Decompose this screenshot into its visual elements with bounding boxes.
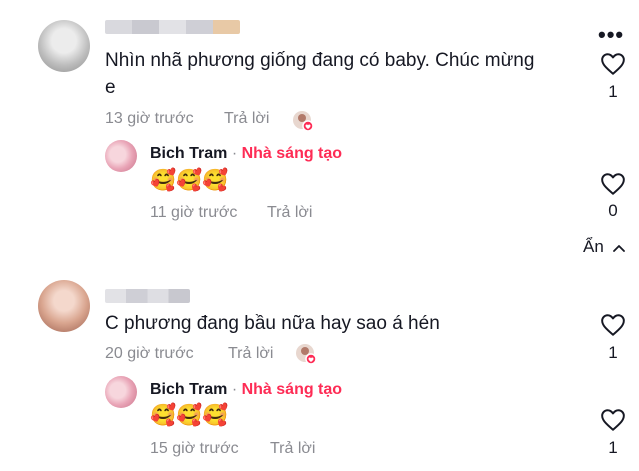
reply-author-name[interactable]: Bich Tram xyxy=(150,381,227,398)
creator-badge: Nhà sáng tạo xyxy=(241,381,343,398)
like-count: 1 xyxy=(608,438,618,457)
reply-author-line[interactable]: Bich Tram · Nhà sáng tạo xyxy=(150,381,342,399)
reply-author-avatar[interactable] xyxy=(105,376,137,408)
reply-button[interactable]: Trả lời xyxy=(270,440,315,458)
hide-label: Ẩn xyxy=(583,237,604,256)
reply-author-name[interactable]: Bich Tram xyxy=(150,145,227,162)
heart-icon[interactable] xyxy=(600,52,626,76)
reply-emoji: 🥰🥰🥰 xyxy=(150,404,229,427)
creator-badge: Nhà sáng tạo xyxy=(241,145,343,162)
creator-liked-icon xyxy=(293,111,314,132)
chevron-up-icon xyxy=(612,244,625,252)
comment-timestamp: 13 giờ trước xyxy=(105,110,194,127)
heart-icon[interactable] xyxy=(600,172,626,196)
heart-icon[interactable] xyxy=(600,313,626,337)
reply-button[interactable]: Trả lời xyxy=(228,345,273,363)
heart-icon[interactable] xyxy=(600,408,626,432)
commenter-avatar[interactable] xyxy=(38,280,90,332)
reply-emoji: 🥰🥰🥰 xyxy=(150,169,229,192)
like-count: 1 xyxy=(608,82,618,101)
separator-dot: · xyxy=(231,145,238,162)
like-count: 0 xyxy=(608,201,618,220)
comment-text: Nhìn nhã phương giống đang có baby. Chúc… xyxy=(105,50,535,71)
separator-dot: · xyxy=(231,381,238,398)
creator-liked-icon xyxy=(296,344,317,365)
commenter-name-blurred[interactable] xyxy=(105,20,240,34)
reply-author-avatar[interactable] xyxy=(105,140,137,172)
comment-text: C phương đang bầu nữa hay sao á hén xyxy=(105,313,440,334)
commenter-avatar[interactable] xyxy=(38,20,90,72)
reply-author-line[interactable]: Bich Tram · Nhà sáng tạo xyxy=(150,145,342,163)
hide-replies-button[interactable]: Ẩn xyxy=(583,237,625,257)
more-options-icon[interactable]: ••• xyxy=(598,22,624,48)
comment-text-continued: e xyxy=(105,77,116,98)
comment-timestamp: 20 giờ trước xyxy=(105,345,194,362)
like-count: 1 xyxy=(608,343,618,362)
reply-button[interactable]: Trả lời xyxy=(267,204,312,222)
commenter-name-blurred[interactable] xyxy=(105,289,190,303)
reply-timestamp: 15 giờ trước xyxy=(150,440,239,457)
reply-button[interactable]: Trả lời xyxy=(224,110,269,128)
reply-timestamp: 11 giờ trước xyxy=(150,204,238,221)
